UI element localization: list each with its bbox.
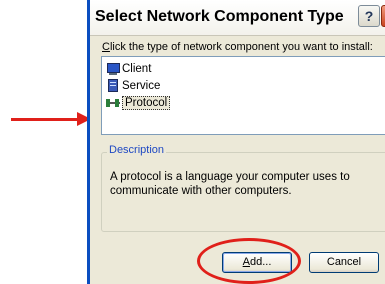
annotation-arrow-shaft [11, 118, 79, 121]
cancel-button[interactable]: Cancel [309, 252, 379, 273]
description-text: A protocol is a language your computer u… [110, 171, 350, 197]
list-item-service[interactable]: Service [106, 77, 160, 94]
close-button[interactable]: ✕ [381, 5, 385, 27]
list-item-protocol[interactable]: Protocol [106, 94, 171, 111]
component-type-list[interactable]: Client Service Protocol [101, 56, 385, 135]
annotation-highlight-ellipse [197, 238, 301, 284]
client-monitor-icon [106, 62, 120, 76]
instruction-accesskey: C [102, 41, 110, 53]
instruction-label: Click the type of network component you … [102, 41, 373, 53]
screenshot: Select Network Component Type ? ✕ Click … [0, 0, 385, 284]
protocol-network-icon [106, 96, 120, 110]
instruction-text: lick the type of network component you w… [109, 41, 373, 53]
description-legend: Description [107, 144, 167, 156]
service-computer-icon [106, 78, 120, 93]
list-item-label: Protocol [122, 95, 171, 110]
select-network-component-dialog: Select Network Component Type ? ✕ Click … [87, 0, 385, 284]
list-item-label: Service [122, 79, 161, 92]
list-item-label: Client [122, 62, 152, 75]
title-bar[interactable]: Select Network Component Type ? ✕ [90, 0, 385, 36]
dialog-title: Select Network Component Type [95, 8, 344, 25]
help-button[interactable]: ? [358, 5, 380, 27]
list-item-client[interactable]: Client [106, 60, 151, 77]
